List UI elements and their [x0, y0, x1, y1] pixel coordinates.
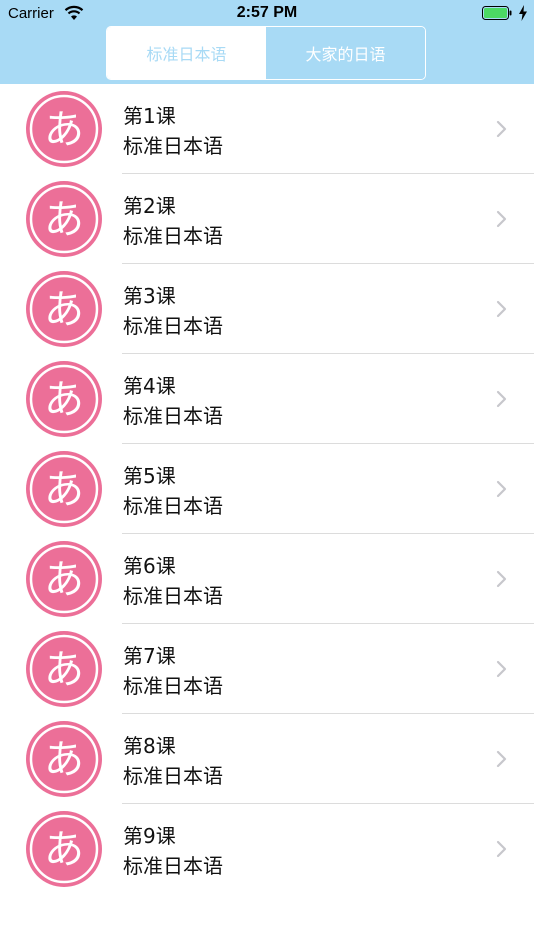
avatar-glyph: あ — [44, 287, 84, 333]
lesson-subtitle: 标准日本语 — [123, 404, 223, 428]
lesson-title: 第9课 — [123, 824, 176, 848]
lesson-title: 第6课 — [123, 554, 176, 578]
lesson-row[interactable]: あ 第7课标准日本语 — [0, 624, 534, 714]
lesson-subtitle: 标准日本语 — [123, 134, 223, 158]
chevron-right-icon — [496, 750, 507, 768]
lesson-row[interactable]: あ 第4课标准日本语 — [0, 354, 534, 444]
battery-icon — [482, 6, 512, 20]
lesson-row[interactable]: あ 第6课标准日本语 — [0, 534, 534, 624]
lesson-title: 第3课 — [123, 284, 176, 308]
hiragana-a-icon: あ — [26, 271, 102, 347]
lesson-row[interactable]: あ 第1课标准日本语 — [0, 84, 534, 174]
chevron-right-icon — [496, 480, 507, 498]
lesson-subtitle: 标准日本语 — [123, 764, 223, 788]
hiragana-a-icon: あ — [26, 631, 102, 707]
charging-bolt-icon — [519, 5, 527, 21]
lesson-subtitle: 标准日本语 — [123, 584, 223, 608]
segment-label: 标准日本语 — [146, 45, 227, 64]
lesson-subtitle: 标准日本语 — [123, 674, 223, 698]
chevron-right-icon — [496, 120, 507, 138]
chevron-right-icon — [496, 210, 507, 228]
segment-standard-japanese[interactable]: 标准日本语 — [107, 27, 266, 79]
segment-minna-japanese[interactable]: 大家的日语 — [266, 27, 425, 79]
lesson-row[interactable]: あ 第2课标准日本语 — [0, 174, 534, 264]
avatar-glyph: あ — [44, 107, 84, 153]
lesson-row[interactable]: あ 第3课标准日本语 — [0, 264, 534, 354]
chevron-right-icon — [496, 570, 507, 588]
lesson-title: 第1课 — [123, 104, 176, 128]
status-time: 2:57 PM — [236, 4, 298, 21]
hiragana-a-icon: あ — [26, 361, 102, 437]
hiragana-a-icon: あ — [26, 721, 102, 797]
avatar-glyph: あ — [44, 197, 84, 243]
chevron-right-icon — [496, 390, 507, 408]
avatar-glyph: あ — [44, 377, 84, 423]
chevron-right-icon — [496, 840, 507, 858]
status-bar: Carrier 2:57 PM — [0, 0, 534, 26]
lesson-title: 第8课 — [123, 734, 176, 758]
avatar-glyph: あ — [44, 737, 84, 783]
lesson-subtitle: 标准日本语 — [123, 314, 223, 338]
lesson-subtitle: 标准日本语 — [123, 494, 223, 518]
hiragana-a-icon: あ — [26, 811, 102, 887]
lesson-subtitle: 标准日本语 — [123, 854, 223, 878]
lesson-title: 第4课 — [123, 374, 176, 398]
hiragana-a-icon: あ — [26, 181, 102, 257]
lesson-row[interactable]: あ 第9课标准日本语 — [0, 804, 534, 894]
lesson-row[interactable]: あ 第8课标准日本语 — [0, 714, 534, 804]
chevron-right-icon — [496, 300, 507, 318]
lesson-row[interactable]: あ 第5课标准日本语 — [0, 444, 534, 534]
lesson-title: 第7课 — [123, 644, 176, 668]
navigation-header: Carrier 2:57 PM 标准日本语 大家的日语 — [0, 0, 534, 84]
lesson-title: 第5课 — [123, 464, 176, 488]
avatar-glyph: あ — [44, 557, 84, 603]
lesson-list: あ第1课 标准日本语あ第2课 标准日本语あ第3课 标准日本语あ第4课 标准日本语あ第5课… — [0, 84, 534, 894]
chevron-right-icon — [496, 660, 507, 678]
hiragana-a-icon: あ — [26, 451, 102, 527]
lesson-subtitle: 标准日本语 — [123, 224, 223, 248]
hiragana-a-icon: あ — [26, 91, 102, 167]
avatar-glyph: あ — [44, 827, 84, 873]
lesson-title: 第2课 — [123, 194, 176, 218]
hiragana-a-icon: あ — [26, 541, 102, 617]
avatar-glyph: あ — [44, 647, 84, 693]
segment-label: 大家的日语 — [305, 45, 386, 64]
segmented-control: 标准日本语 大家的日语 — [106, 26, 426, 80]
avatar-glyph: あ — [44, 467, 84, 513]
